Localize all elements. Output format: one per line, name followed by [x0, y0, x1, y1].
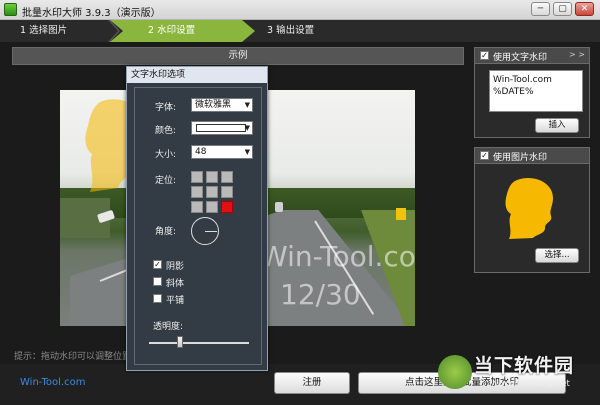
select-image-button[interactable]: 选择... — [535, 248, 579, 263]
color-label: 颜色: — [155, 126, 177, 136]
insert-button[interactable]: 插入 — [535, 118, 579, 133]
site-logo-text: 当下软件园 — [474, 355, 575, 377]
angle-label: 角度: — [155, 227, 177, 237]
image-watermark-panel: ✓ 使用图片水印 选择... — [474, 147, 590, 273]
site-logo-mark-icon — [438, 355, 472, 389]
step-bar: 1 选择图片 2 水印设置 3 输出设置 — [0, 20, 600, 42]
preview-header: 示例 — [12, 47, 464, 65]
font-select-value: 微软雅黑 — [195, 100, 232, 110]
position-label: 定位: — [155, 176, 177, 186]
position-cell[interactable] — [221, 186, 233, 198]
font-label: 字体: — [155, 103, 177, 113]
chevron-down-icon: ▼ — [244, 101, 250, 109]
text-watermark-title: 使用文字水印 — [493, 53, 548, 63]
image-watermark-title: 使用图片水印 — [493, 153, 548, 163]
size-label: 大小: — [155, 150, 177, 160]
image-watermark-header: ✓ 使用图片水印 — [475, 148, 589, 164]
hint-text: 提示：拖动水印可以调整位置。 — [14, 352, 141, 362]
preview-watermark-date[interactable]: 12/30 — [280, 278, 361, 311]
preview-car — [275, 202, 283, 212]
restore-button[interactable]: ▢ — [553, 2, 572, 16]
position-cell[interactable] — [206, 171, 218, 183]
tile-label: 平铺 — [166, 296, 185, 306]
color-select[interactable]: ▼ — [191, 121, 253, 135]
size-select-value: 48 — [195, 147, 207, 157]
dialog-title: 文字水印选项 — [127, 67, 267, 83]
italic-label: 斜体 — [166, 279, 185, 289]
chevron-down-icon: ▼ — [244, 148, 250, 156]
brand-link[interactable]: Win-Tool.com — [20, 377, 85, 388]
chevron-down-icon: ▼ — [244, 124, 250, 132]
preview-road-sign — [396, 208, 406, 220]
position-cell[interactable] — [191, 186, 203, 198]
size-select[interactable]: 48 ▼ — [191, 145, 253, 159]
site-logo-url: www.hezhong.net — [494, 379, 570, 389]
watermark-text-input[interactable]: Win-Tool.com %DATE% — [489, 70, 583, 112]
dialog-body: 字体: 微软雅黑 ▼ 颜色: ▼ 大小: 48 ▼ 定位: 角度: ✓ 阴影 斜… — [134, 87, 262, 365]
position-cell[interactable] — [191, 201, 203, 213]
position-cell[interactable] — [206, 186, 218, 198]
register-button[interactable]: 注册 — [274, 372, 350, 394]
opacity-label: 透明度: — [153, 322, 184, 332]
tile-checkbox[interactable] — [153, 294, 162, 303]
color-swatch — [196, 124, 246, 132]
position-cell[interactable] — [221, 171, 233, 183]
position-cell[interactable] — [221, 201, 233, 213]
close-button[interactable]: ✕ — [575, 2, 594, 16]
text-watermark-checkbox[interactable]: ✓ — [480, 51, 489, 60]
opacity-slider-thumb[interactable] — [177, 336, 184, 348]
window-controls: ─ ▢ ✕ — [531, 2, 594, 16]
italic-checkbox[interactable] — [153, 277, 162, 286]
step-select-images[interactable]: 1 选择图片 — [0, 20, 120, 42]
position-cell[interactable] — [191, 171, 203, 183]
text-watermark-header: ✓ 使用文字水印 > > — [475, 48, 589, 64]
text-watermark-options-dialog: 文字水印选项 字体: 微软雅黑 ▼ 颜色: ▼ 大小: 48 ▼ 定位: 角度:… — [126, 66, 268, 371]
image-watermark-checkbox[interactable]: ✓ — [480, 151, 489, 160]
angle-dial[interactable] — [191, 217, 219, 245]
step-watermark-settings[interactable]: 2 水印设置 — [110, 20, 255, 42]
shadow-label: 阴影 — [166, 262, 185, 272]
position-cell[interactable] — [206, 201, 218, 213]
watermark-image-icon — [505, 178, 553, 239]
minimize-button[interactable]: ─ — [531, 2, 550, 16]
expand-arrows-icon[interactable]: > > — [569, 50, 585, 59]
site-logo: 当下软件园 www.hezhong.net — [436, 351, 596, 403]
app-icon — [4, 3, 17, 16]
opacity-slider-track[interactable] — [149, 342, 249, 344]
shadow-checkbox[interactable]: ✓ — [153, 260, 162, 269]
text-watermark-panel: ✓ 使用文字水印 > > Win-Tool.com %DATE% 插入 — [474, 47, 590, 138]
window-title: 批量水印大师 3.9.3（演示版） — [22, 8, 161, 19]
watermark-text-line: %DATE% — [493, 87, 534, 97]
title-bar: 批量水印大师 3.9.3（演示版） ─ ▢ ✕ — [0, 0, 600, 20]
angle-hand — [205, 231, 217, 232]
font-select[interactable]: 微软雅黑 ▼ — [191, 98, 253, 112]
step-output-settings[interactable]: 3 输出设置 — [255, 20, 405, 42]
preview-watermark-text[interactable]: Win-Tool.com — [260, 240, 415, 273]
watermark-text-line: Win-Tool.com — [493, 75, 552, 85]
